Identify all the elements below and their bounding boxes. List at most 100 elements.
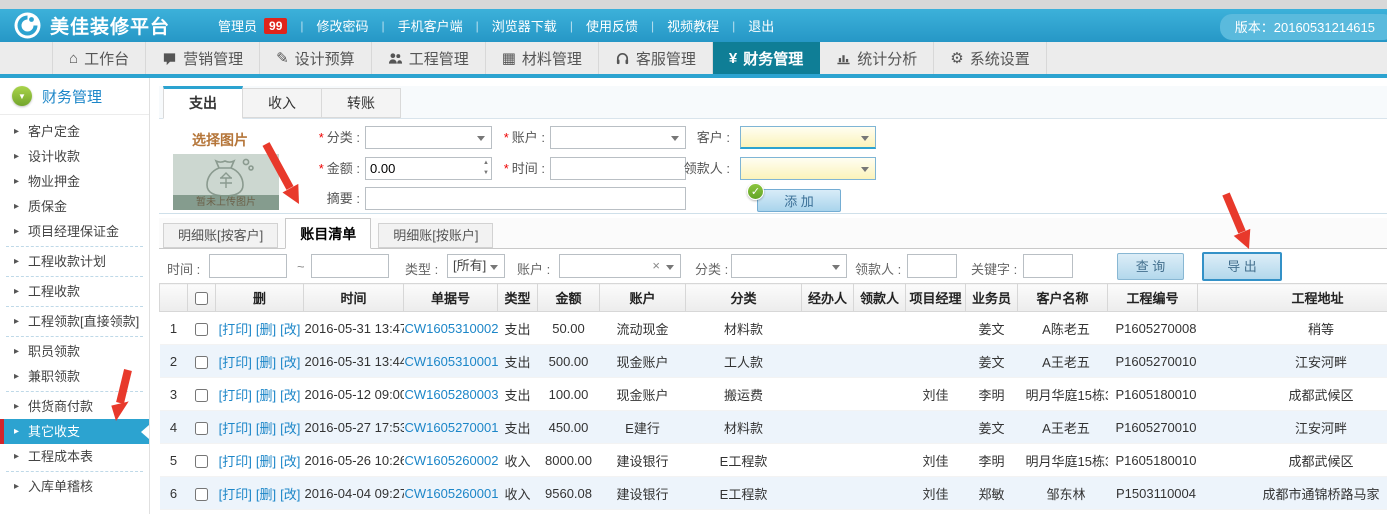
sidebar-divider [6, 336, 143, 337]
account-filter-select[interactable]: × [559, 254, 681, 278]
sidebar-item-9[interactable]: 兼职领款 [0, 364, 149, 389]
add-button[interactable]: 添 加 [757, 189, 841, 212]
type-select[interactable]: [所有] [447, 254, 505, 278]
summary-input[interactable] [366, 188, 685, 209]
nav-tab-7[interactable]: 统计分析 [820, 42, 934, 74]
row-checkbox[interactable] [195, 455, 208, 468]
topbar-menu-item-0[interactable]: 管理员 [218, 16, 257, 35]
chevron-down-icon [832, 265, 840, 274]
browser-edge-strip [0, 0, 1387, 9]
print-link[interactable]: [打印] [219, 421, 252, 436]
edit-link[interactable]: [改] [280, 322, 300, 337]
menu-separator: | [732, 19, 735, 33]
row-checkbox[interactable] [195, 422, 208, 435]
clear-icon[interactable]: × [652, 258, 660, 273]
category-filter-select[interactable] [731, 254, 847, 278]
delete-link[interactable]: [删] [256, 421, 276, 436]
cell-doc: CW1605260001 [404, 477, 498, 510]
edit-link[interactable]: [改] [280, 355, 300, 370]
sidebar-header[interactable]: ▼ 财务管理 [0, 78, 149, 115]
sidebar-item-5[interactable]: 工程收款计划 [0, 249, 149, 274]
chevron-down-icon [861, 136, 869, 145]
date-to-input[interactable] [312, 255, 388, 277]
payee-select[interactable] [740, 157, 876, 180]
choose-image-link[interactable]: 选择图片 [192, 130, 248, 150]
nav-tab-8[interactable]: ⚙系统设置 [934, 42, 1046, 74]
sidebar-item-8[interactable]: 职员领款 [0, 339, 149, 364]
row-checkbox[interactable] [195, 389, 208, 402]
cell-doc: CW1605280003 [404, 378, 498, 411]
export-button[interactable]: 导 出 [1202, 252, 1282, 281]
nav-tab-1[interactable]: 营销管理 [146, 42, 260, 74]
nav-tab-0[interactable]: ⌂工作台 [52, 42, 146, 74]
sidebar-item-13[interactable]: 入库单稽核 [0, 474, 149, 499]
sidebar-item-7[interactable]: 工程领款[直接领款] [0, 309, 149, 334]
delete-link[interactable]: [删] [256, 322, 276, 337]
sidebar-item-12[interactable]: 工程成本表 [0, 444, 149, 469]
row-checkbox[interactable] [195, 356, 208, 369]
doc-number-link[interactable]: CW1605310001 [405, 354, 498, 369]
sidebar-item-6[interactable]: 工程收款 [0, 279, 149, 304]
keyword-filter-field [1023, 254, 1073, 278]
doc-number-link[interactable]: CW1605310002 [405, 321, 498, 336]
topbar-menu-item-5[interactable]: 视频教程 [667, 16, 719, 35]
doc-number-link[interactable]: CW1605280003 [405, 387, 498, 402]
sidebar-item-3[interactable]: 质保金 [0, 194, 149, 219]
delete-link[interactable]: [删] [256, 355, 276, 370]
topbar-menu-item-4[interactable]: 使用反馈 [586, 16, 638, 35]
query-button[interactable]: 查 询 [1117, 253, 1184, 280]
entry-tab-1[interactable]: 收入 [242, 88, 322, 118]
sidebar-item-4[interactable]: 项目经理保证金 [0, 219, 149, 244]
delete-link[interactable]: [删] [256, 487, 276, 502]
cell-salesman: 姜文 [966, 312, 1018, 345]
delete-link[interactable]: [删] [256, 388, 276, 403]
keyword-filter-input[interactable] [1024, 255, 1072, 277]
row-checkbox[interactable] [195, 323, 208, 336]
print-link[interactable]: [打印] [219, 388, 252, 403]
edit-link[interactable]: [改] [280, 421, 300, 436]
topbar-menu-item-3[interactable]: 浏览器下载 [492, 16, 557, 35]
filter-payee-label: 领款人 : [855, 259, 901, 278]
edit-link[interactable]: [改] [280, 388, 300, 403]
nav-tab-5[interactable]: 客服管理 [599, 42, 713, 74]
edit-link[interactable]: [改] [280, 487, 300, 502]
nav-tab-2[interactable]: ✎设计预算 [260, 42, 372, 74]
ledger-subtabs: 明细账[按客户] 账目清单明细账[按账户] [159, 218, 1387, 249]
date-from-input[interactable] [210, 255, 286, 277]
nav-tab-6[interactable]: ¥财务管理 [713, 42, 820, 74]
version-badge: 版本：20160531214615 [1220, 14, 1387, 40]
header-cell-2: 类型 [498, 284, 538, 312]
doc-number-link[interactable]: CW1605270001 [405, 420, 498, 435]
print-link[interactable]: [打印] [219, 322, 252, 337]
sidebar-item-2[interactable]: 物业押金 [0, 169, 149, 194]
nav-tab-3[interactable]: 工程管理 [372, 42, 486, 74]
nav-tab-4[interactable]: ▦材料管理 [486, 42, 599, 74]
ledger-subtab-2[interactable]: 明细账[按账户] [378, 223, 493, 248]
doc-number-link[interactable]: CW1605260002 [405, 453, 498, 468]
chevron-down-icon [666, 265, 674, 274]
print-link[interactable]: [打印] [219, 454, 252, 469]
ledger-subtab-0[interactable]: 明细账[按客户] [163, 223, 278, 248]
sidebar-item-label: 职员领款 [28, 344, 80, 359]
topbar-menu-item-6[interactable]: 退出 [748, 16, 774, 35]
sidebar-item-0[interactable]: 客户定金 [0, 119, 149, 144]
edit-link[interactable]: [改] [280, 454, 300, 469]
entry-tab-2[interactable]: 转账 [321, 88, 401, 118]
print-link[interactable]: [打印] [219, 487, 252, 502]
customer-select[interactable] [740, 126, 876, 149]
doc-number-link[interactable]: CW1605260001 [405, 486, 498, 501]
row-checkbox[interactable] [195, 488, 208, 501]
ledger-subtab-1[interactable]: 账目清单 [285, 218, 371, 249]
sidebar-item-11[interactable]: 其它收支 [0, 419, 149, 444]
ledger-table-wrap: 删时间单据号类型金额账户分类经办人领款人项目经理业务员客户名称工程编号工程地址 … [159, 283, 1387, 514]
select-all-checkbox[interactable] [195, 292, 208, 305]
delete-link[interactable]: [删] [256, 454, 276, 469]
print-link[interactable]: [打印] [219, 355, 252, 370]
sidebar-item-10[interactable]: 供货商付款 [0, 394, 149, 419]
content: 支出收入转账 选择图片 暂未上传图片 *分类 : *账户 : 客户 [151, 78, 1387, 514]
sidebar-item-1[interactable]: 设计收款 [0, 144, 149, 169]
topbar-menu-item-2[interactable]: 手机客户端 [398, 16, 463, 35]
entry-tab-0[interactable]: 支出 [163, 86, 243, 119]
topbar-menu-item-1[interactable]: 修改密码 [317, 16, 369, 35]
payee-filter-input[interactable] [908, 255, 956, 277]
